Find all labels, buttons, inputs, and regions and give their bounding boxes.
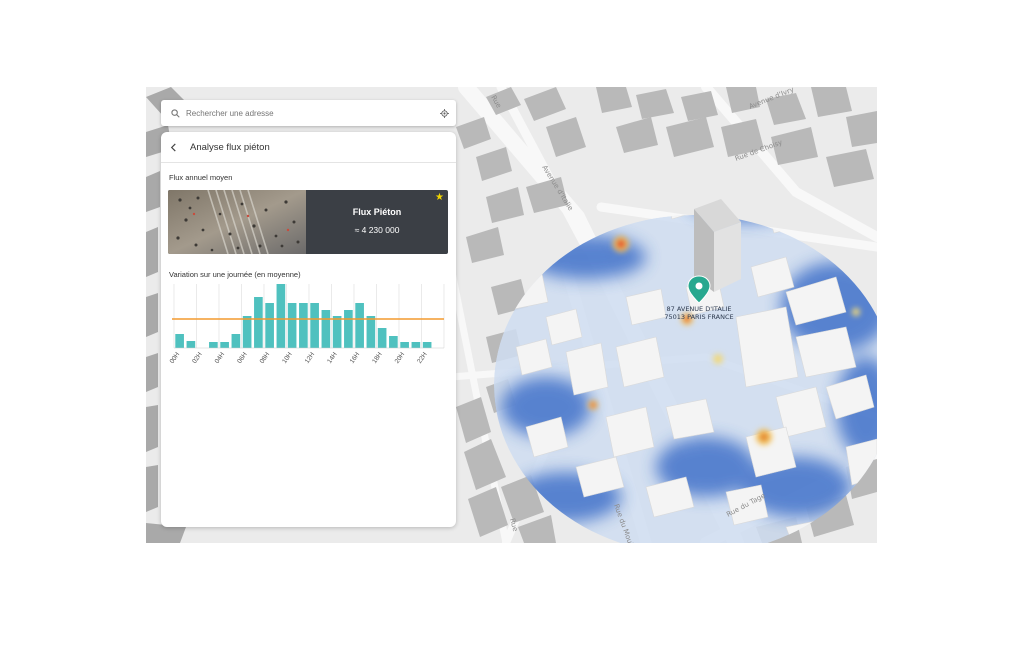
chart-tick-label: 04H xyxy=(214,351,227,365)
star-icon[interactable]: ★ xyxy=(435,193,444,203)
chart-bar xyxy=(242,316,252,348)
chart-tick-label: 18H xyxy=(371,351,384,365)
chart-tick-label: 08H xyxy=(259,351,272,365)
chart-tick-label: 00H xyxy=(169,351,182,365)
chart-bar xyxy=(411,342,421,348)
analysis-panel: Analyse flux piéton Flux annuel moyen Fl… xyxy=(161,132,456,527)
panel-header: Analyse flux piéton xyxy=(161,132,456,163)
chart-bar xyxy=(276,284,286,348)
chart-tick-label: 22H xyxy=(416,351,429,365)
chart-bar xyxy=(231,334,241,348)
chart-tick-label: 20H xyxy=(394,351,407,365)
chart-tick-label: 14H xyxy=(326,351,339,365)
section-title-daily: Variation sur une journée (en moyenne) xyxy=(169,270,301,279)
chart-bar xyxy=(422,342,432,348)
chart-bar xyxy=(389,336,398,348)
chart-bar xyxy=(400,342,409,348)
chart-bar xyxy=(366,316,376,348)
daily-bar-chart: 00H 02H 04H 06H 08H 10H 12H 14H 16H 18H 20H 22H xyxy=(169,284,445,365)
back-chevron-icon[interactable] xyxy=(170,142,186,152)
crowd-photo xyxy=(168,190,306,254)
chart-bar xyxy=(287,303,297,348)
chart-bar xyxy=(209,342,218,348)
chart-bar xyxy=(377,328,387,348)
search-icon xyxy=(166,108,184,118)
chart-tick-label: 06H xyxy=(236,351,249,365)
section-title-annual: Flux annuel moyen xyxy=(169,173,233,182)
chart-tick-label: 16H xyxy=(349,351,362,365)
chart-bar xyxy=(344,310,353,348)
chart-bar xyxy=(254,297,263,348)
chart-bar xyxy=(299,303,308,348)
chart-tick-label: 10H xyxy=(281,351,294,365)
flux-card[interactable]: Flux Piéton ≈ 4 230 000 ★ xyxy=(168,190,448,254)
chart-bar xyxy=(175,334,184,348)
chart-tick-label: 02H xyxy=(191,351,204,365)
marker-address-line: 75013 PARIS FRANCE xyxy=(664,313,733,321)
chart-bar xyxy=(310,303,319,348)
flux-label: Flux Piéton xyxy=(352,207,402,217)
address-search-bar[interactable] xyxy=(161,100,456,126)
locate-icon[interactable] xyxy=(435,108,453,118)
chart-tick-label: 12H xyxy=(304,351,317,365)
flux-value: ≈ 4 230 000 xyxy=(354,225,400,235)
chart-bar xyxy=(332,316,342,348)
panel-title: Analyse flux piéton xyxy=(190,141,270,153)
chart-bar xyxy=(321,310,331,348)
marker-address-line: 87 AVENUE D'ITALIE xyxy=(667,305,732,313)
search-input[interactable] xyxy=(184,107,435,119)
chart-bar xyxy=(186,341,196,348)
chart-bar xyxy=(220,342,229,348)
chart-bar xyxy=(265,303,274,348)
app-screen: Avenue d'Ivry Rue de Choisy Avenue d'Ita… xyxy=(146,87,877,543)
chart-bar xyxy=(355,303,364,348)
